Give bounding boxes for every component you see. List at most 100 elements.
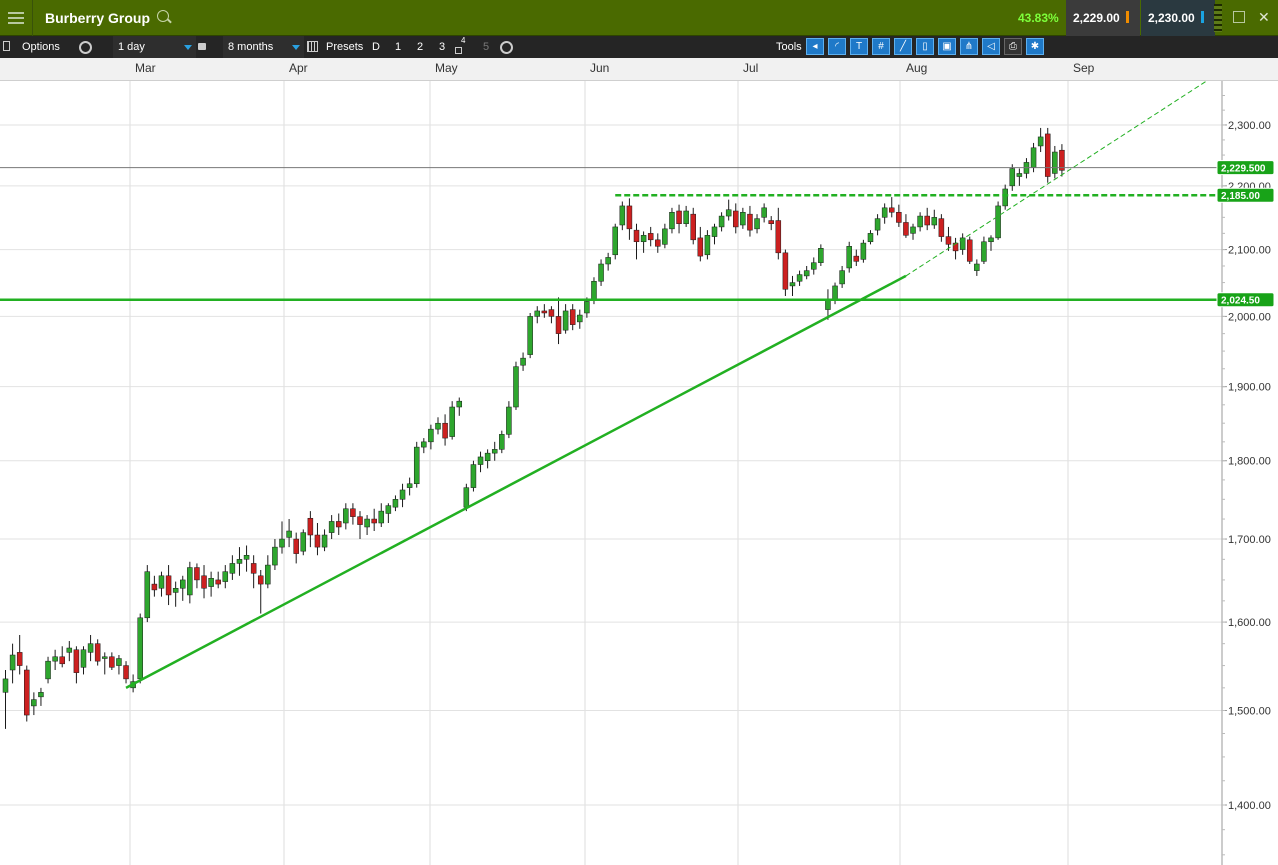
candle-body [718,215,725,228]
price-chart[interactable]: 2,300.002,200.002,100.002,000.001,900.00… [0,81,1278,865]
candle-body [995,205,1001,239]
candle-body [818,248,824,263]
lock-icon[interactable] [198,36,206,58]
candle-body [662,228,668,245]
candle-body [151,583,158,591]
candle-body [584,301,590,314]
candle-body [491,449,498,454]
trend-lines[interactable] [0,81,1226,689]
print-icon[interactable]: ⎙ [1004,38,1022,55]
candle-body [321,534,328,548]
candle-body [775,220,782,254]
grid-tool-icon[interactable]: # [872,38,890,55]
candle-body [867,233,874,243]
preset-5-button[interactable]: 5 [477,36,495,58]
preset-3-button[interactable]: 3 [433,36,451,58]
candle-body [484,452,491,461]
candle-body [222,571,229,582]
panel-toggle-icon[interactable] [3,36,13,58]
chart-grid [0,81,1222,865]
price-tick-label: 1,600.00 [1228,617,1271,629]
buy-price-button[interactable]: 2,230.00 [1141,0,1215,36]
preset-1-button[interactable]: 1 [389,36,407,58]
candle-body [307,517,314,536]
candle-body [137,617,143,680]
price-tick-label: 1,900.00 [1228,382,1271,394]
candle-body [789,282,796,287]
candle-body [761,207,767,218]
candle-body [1037,136,1044,147]
candle-body [45,660,51,680]
candle-body [860,242,867,260]
candle-body [803,270,810,277]
candle-body [357,516,363,525]
candle-body [470,464,477,488]
resistance-price-label: 2,185.00 [1221,191,1260,202]
candle-body [711,226,718,237]
sell-price-button[interactable]: 2,229.00 [1066,0,1140,36]
month-label: Jun [590,61,610,75]
candle-body [279,538,285,548]
period-select[interactable]: 8 months [223,36,304,58]
calendar-icon[interactable] [307,36,318,58]
curve-tool-icon[interactable]: ◜ [828,38,846,55]
candle-body [116,658,122,666]
chart-toolbar: Options 1 day 8 months Presets D 1 2 3 4… [0,36,1278,58]
draw-line-tool-icon[interactable]: ╱ [894,38,912,55]
candle-body [903,222,909,236]
candle-body [612,226,618,256]
change-percent: 43.83% [1018,11,1059,25]
candle-body [924,215,930,226]
text-tool-icon[interactable]: T [850,38,868,55]
candle-body [541,310,548,314]
candle-body [938,218,945,237]
preset-settings-gear-icon[interactable] [500,36,513,58]
candle-body [619,205,626,226]
options-button[interactable]: Options [22,36,60,58]
candle-body [335,521,342,528]
candle-body [413,446,420,485]
menu-icon[interactable] [0,0,33,36]
candle-body [435,422,441,430]
candle-body [569,309,576,325]
candle-body [626,205,633,230]
candle-type-icon[interactable]: ▯ [916,38,934,55]
interval-select[interactable]: 1 day [113,36,196,58]
candle-body [442,422,448,439]
current-price-label: 2,229.500 [1221,164,1266,175]
month-label: Aug [906,61,928,75]
price-tick-label: 2,100.00 [1228,245,1271,257]
compare-tool-icon[interactable]: ▣ [938,38,956,55]
close-icon[interactable]: ✕ [1258,9,1270,26]
candle-body [796,274,803,282]
candle-body [981,241,987,262]
search-icon[interactable] [157,10,169,22]
candle-body [513,366,519,408]
chart-settings-icon[interactable]: ✱ [1026,38,1044,55]
popout-icon[interactable] [1233,11,1245,23]
candle-body [896,212,902,223]
candle-body [633,229,640,243]
candle-body [158,575,165,589]
label-tool-icon[interactable]: ◁ [982,38,1000,55]
candle-body [1052,151,1058,174]
drag-handle-icon[interactable] [1214,4,1222,32]
back-tool-icon[interactable]: ◂ [806,38,824,55]
preset-d-button[interactable]: D [367,36,385,58]
candle-body [165,575,172,596]
candle-body [477,456,484,465]
candle-body [87,643,94,653]
candle-body [782,252,789,290]
buy-price: 2,230.00 [1148,11,1195,25]
candle-body [988,237,994,243]
candle-body [2,678,9,693]
candle-body [364,518,370,528]
candle-body [725,209,732,217]
presets-label: Presets [326,41,364,53]
candle-body [109,656,115,668]
candle-body [506,406,512,435]
preset-2-button[interactable]: 2 [411,36,429,58]
preset-4-button[interactable]: 4 [453,36,469,58]
settings-gear-icon[interactable] [79,36,92,58]
indicator-tool-icon[interactable]: ⋔ [960,38,978,55]
